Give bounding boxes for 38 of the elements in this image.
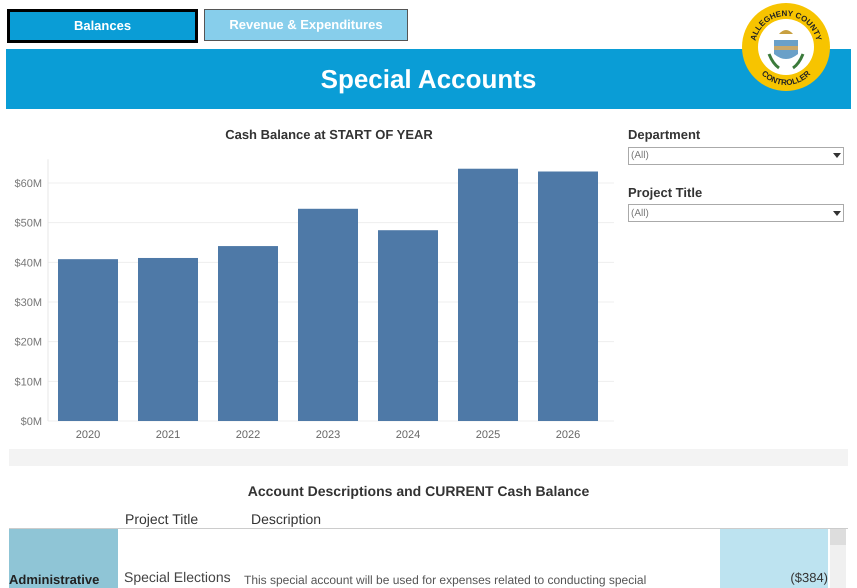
scrollbar[interactable] [830,528,846,588]
table-cell: Administrative [9,572,100,586]
table-title: Account Descriptions and CURRENT Cash Balance [246,482,590,498]
filter-dropdown[interactable]: (All) [628,204,844,222]
dropdown-arrow-icon [833,210,841,216]
bar[interactable] [538,171,598,420]
axis-tick-label: 2026 [556,428,580,440]
bar[interactable] [138,257,198,420]
axis-tick-label: 2022 [236,428,260,440]
axis-tick-label: 2020 [76,428,100,440]
bar[interactable] [298,208,358,420]
axis-tick-label: $10M [14,376,42,388]
table-cell: This special account will be used for expenses related to conducting special [244,572,646,586]
axis-tick-label: $50M [14,217,42,230]
axis-tick-label: $40M [14,256,42,269]
table-cell: Special Elections [124,568,231,584]
bar[interactable] [458,168,518,420]
dropdown-arrow-icon [833,153,841,158]
chart-title: Cash Balance at START OF YEAR [225,126,433,144]
axis-tick-label: 2025 [476,428,500,440]
filter-dropdown[interactable]: (All) [628,146,844,164]
axis-tick-label: 2023 [316,428,340,440]
page-title: Special Accounts [320,62,536,96]
axis-tick-label: $60M [14,178,42,190]
filter-label: Department [628,126,702,144]
tab[interactable]: Balances [7,9,198,43]
table-cell: ($384) [790,570,828,584]
axis-tick-label: $0M [20,416,42,428]
bar[interactable] [58,258,118,420]
axis-tick-label: 2021 [156,428,180,440]
column-header: Project Title [125,510,200,526]
bar[interactable] [218,246,278,420]
axis-tick-label: $30M [14,296,42,308]
bar[interactable] [378,230,438,420]
axis-tick-label: $20M [14,336,42,348]
column-header: Description [251,510,322,526]
filter-label: Project Title [628,184,704,202]
axis-tick-label: 2024 [396,428,420,440]
